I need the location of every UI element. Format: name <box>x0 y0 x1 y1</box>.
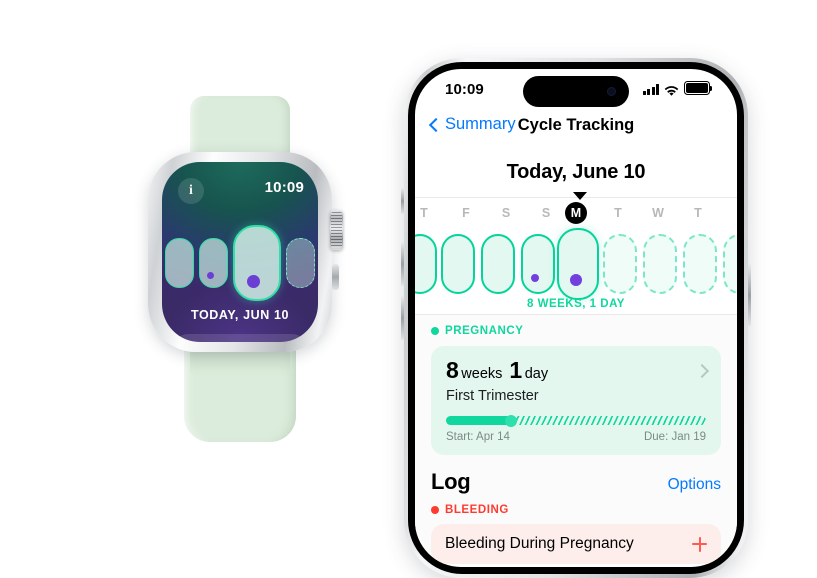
power-button[interactable] <box>748 264 751 326</box>
watch-cycle-pill-row <box>162 224 318 302</box>
cycle-pill-row: 8 WEEKS, 1 DAY <box>415 228 737 314</box>
day-letters-row: T F S S M T W T <box>415 202 737 226</box>
cycle-pill[interactable] <box>521 234 555 294</box>
pregnancy-date-range: Start: Apr 14 Due: Jan 19 <box>446 431 706 443</box>
period-dot-icon <box>570 274 582 286</box>
page-title: Cycle Tracking <box>517 116 635 134</box>
plus-icon[interactable] <box>692 536 707 552</box>
cycle-pill[interactable] <box>441 234 475 294</box>
cycle-pill[interactable] <box>481 234 515 294</box>
pregnancy-days-value: 1 <box>509 357 522 383</box>
status-bar: 10:09 <box>415 69 737 113</box>
log-title: Log <box>431 469 471 494</box>
progress-fill <box>446 416 511 425</box>
period-dot-icon <box>207 272 214 279</box>
bleeding-label-text: BLEEDING <box>445 504 509 516</box>
iphone-device: 10:09 Summary Cycle Tracking Today, June… <box>401 58 751 578</box>
pregnancy-section-label: PREGNANCY <box>431 325 721 337</box>
day-letter[interactable]: F <box>455 202 477 224</box>
pregnancy-days-unit: day <box>524 366 549 382</box>
cycle-pill-predicted[interactable] <box>683 234 717 294</box>
phone-screen: 10:09 Summary Cycle Tracking Today, June… <box>415 69 737 567</box>
info-icon[interactable]: i <box>178 178 204 204</box>
due-date-label: Due: Jan 19 <box>643 431 706 443</box>
day-letter[interactable]: T <box>687 202 709 224</box>
watch-date-label: TODAY, JUN 10 <box>190 308 290 322</box>
progress-knob <box>505 414 517 427</box>
watch-time: 10:09 <box>264 179 304 196</box>
cellular-signal-icon <box>642 84 659 95</box>
start-date-label: Start: Apr 14 <box>446 431 510 443</box>
period-dot-icon <box>531 274 539 282</box>
watch-side-button[interactable] <box>332 264 339 290</box>
status-dot-icon <box>431 327 439 335</box>
pregnancy-card[interactable]: 8 weeks 1 day First Trimester Start: Apr 14… <box>431 346 721 455</box>
bleeding-item-label: Bleeding During Pregnancy <box>445 535 634 552</box>
watch-screen: i 10:09 TODAY, JUN 10 Appetite Changes <box>162 162 318 342</box>
cycle-pill[interactable] <box>415 234 437 294</box>
dynamic-island <box>523 76 629 107</box>
volume-up-button[interactable] <box>401 242 404 286</box>
pregnancy-duration: 8 weeks 1 day <box>446 359 706 382</box>
day-letter[interactable]: S <box>495 202 517 224</box>
day-letter[interactable]: W <box>647 202 669 224</box>
action-button[interactable] <box>401 188 404 214</box>
cycle-pill-today[interactable] <box>557 228 599 300</box>
watch-case: i 10:09 TODAY, JUN 10 Appetite Changes <box>148 152 343 352</box>
status-bar-time: 10:09 <box>445 81 484 98</box>
cycle-pill-predicted[interactable] <box>643 234 677 294</box>
cycle-tracker-strip: T F S S M T W T 8 WEEKS, 1 DAY <box>415 192 737 314</box>
period-dot-icon <box>247 275 260 288</box>
pregnancy-section: PREGNANCY 8 weeks 1 day First Trimester Sta… <box>415 314 737 455</box>
watch-pill-today[interactable] <box>233 225 281 301</box>
bleeding-section: BLEEDING Bleeding During Pregnancy <box>415 495 737 564</box>
navigation-bar: Summary Cycle Tracking <box>415 113 737 147</box>
battery-icon <box>684 81 713 95</box>
pregnancy-weeks-unit: weeks <box>461 366 503 382</box>
day-letter[interactable]: S <box>535 202 557 224</box>
watch-band-bottom <box>184 346 296 442</box>
log-options-button[interactable]: Options <box>668 476 721 494</box>
caret-down-icon <box>573 192 587 200</box>
watch-pill[interactable] <box>165 238 194 288</box>
pregnancy-progress-bar <box>446 414 706 427</box>
log-header: Log Options <box>415 455 737 495</box>
volume-down-button[interactable] <box>401 296 404 340</box>
today-heading: Today, June 10 <box>506 161 646 183</box>
digital-crown[interactable] <box>330 210 343 250</box>
watch-pill[interactable] <box>199 238 228 288</box>
cycle-pill-predicted[interactable] <box>603 234 637 294</box>
pregnancy-weeks-value: 8 <box>446 357 459 383</box>
day-letter[interactable]: T <box>607 202 629 224</box>
wifi-icon <box>664 84 679 96</box>
watch-pill-predicted[interactable] <box>286 238 315 288</box>
bleeding-during-pregnancy-row[interactable]: Bleeding During Pregnancy <box>431 524 721 564</box>
cycle-pill-predicted[interactable] <box>723 234 737 294</box>
day-letter[interactable]: T <box>415 202 435 224</box>
bleeding-section-label: BLEEDING <box>431 504 721 516</box>
apple-watch-device: i 10:09 TODAY, JUN 10 Appetite Changes <box>140 96 343 442</box>
watch-appetite-changes-button[interactable]: Appetite Changes <box>172 334 308 342</box>
pregnancy-label-text: PREGNANCY <box>445 325 524 337</box>
trimester-label: First Trimester <box>446 388 539 404</box>
screenshot-stage: i 10:09 TODAY, JUN 10 Appetite Changes <box>0 0 817 578</box>
status-dot-icon <box>431 506 439 514</box>
status-bar-indicators <box>642 81 713 96</box>
weeks-label: 8 WEEKS, 1 DAY <box>527 298 625 310</box>
day-letter-selected[interactable]: M <box>565 202 587 224</box>
